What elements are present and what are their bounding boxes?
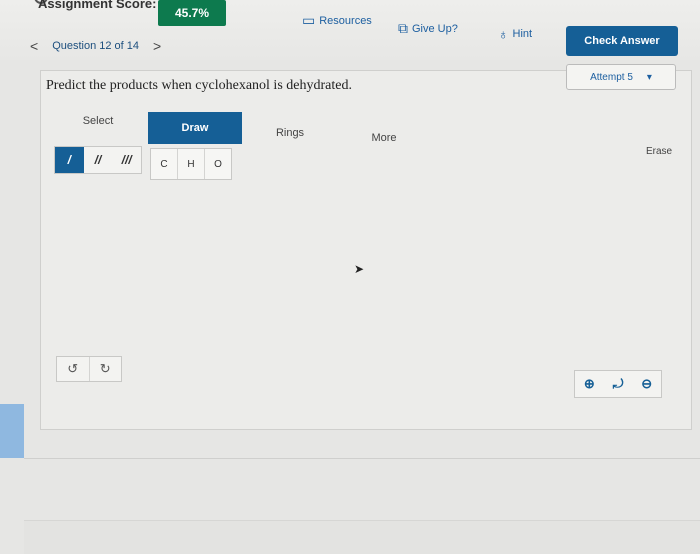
- question-prompt: Predict the products when cyclohexanol i…: [46, 78, 352, 93]
- redo-icon[interactable]: ↻: [90, 357, 122, 381]
- give-up-link[interactable]: ⧉ Give Up?: [398, 20, 458, 37]
- zoom-controls: ⊕ ⤾ ⊖: [574, 370, 662, 398]
- tab-rings[interactable]: Rings: [260, 118, 320, 148]
- folder-icon: ▭: [302, 12, 316, 28]
- oxygen-atom-button[interactable]: O: [205, 149, 231, 179]
- lightbulb-icon: ♁: [498, 26, 509, 42]
- give-up-icon: ⧉: [398, 20, 408, 36]
- give-up-label: Give Up?: [412, 22, 458, 35]
- carbon-atom-button[interactable]: C: [151, 149, 178, 179]
- divider: [24, 458, 700, 459]
- zoom-in-icon[interactable]: ⊕: [575, 371, 604, 397]
- chevron-down-icon: ▾: [646, 71, 652, 83]
- question-label: Question 12 of 14: [52, 40, 140, 52]
- score-badge: 45.7%: [158, 0, 226, 26]
- footer-area: [24, 520, 700, 554]
- zoom-out-icon[interactable]: ⊖: [632, 371, 661, 397]
- attempt-dropdown[interactable]: Attempt 5 ▾: [566, 64, 676, 90]
- hint-label: Hint: [512, 28, 533, 40]
- side-tab[interactable]: [0, 404, 24, 458]
- triple-bond-button[interactable]: ///: [112, 147, 141, 173]
- bond-tools: / // ///: [54, 146, 142, 174]
- attempt-label: Attempt 5: [590, 71, 633, 83]
- erase-button[interactable]: Erase: [646, 146, 672, 157]
- single-bond-button[interactable]: /: [55, 147, 84, 173]
- undo-icon[interactable]: ↺: [57, 357, 90, 381]
- double-bond-button[interactable]: //: [84, 147, 113, 173]
- resources-label: Resources: [319, 14, 372, 27]
- hydrogen-atom-button[interactable]: H: [178, 149, 205, 179]
- tool-tabs: Select Draw Rings More: [40, 106, 680, 144]
- hint-link[interactable]: ♁ Hint: [498, 26, 532, 42]
- undo-redo-group: ↺ ↻: [56, 356, 122, 382]
- reset-icon[interactable]: ⤾: [604, 371, 633, 397]
- mouse-cursor-icon: ➤: [354, 262, 365, 276]
- check-answer-button[interactable]: Check Answer: [566, 26, 678, 56]
- tab-more[interactable]: More: [354, 124, 414, 152]
- tab-select[interactable]: Select: [58, 106, 138, 136]
- next-question-button[interactable]: >: [153, 38, 161, 54]
- resources-link[interactable]: ▭ Resources: [302, 12, 372, 29]
- tab-draw[interactable]: Draw: [148, 112, 242, 144]
- atom-tools: C H O: [150, 148, 232, 180]
- question-nav: < Question 12 of 14 >: [30, 38, 161, 54]
- score-label: Assignment Score:: [38, 0, 157, 11]
- prev-question-button[interactable]: <: [30, 38, 38, 54]
